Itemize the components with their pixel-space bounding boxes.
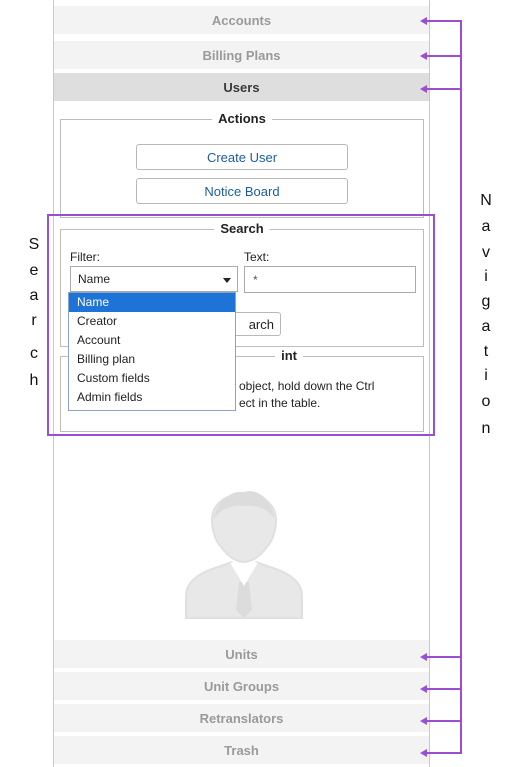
filter-option-account[interactable]: Account (69, 331, 235, 350)
navigation-arrow-line (425, 656, 461, 658)
navigation-arrow-line (425, 55, 461, 57)
nav-item-retranslators[interactable]: Retranslators (54, 704, 429, 734)
actions-legend: Actions (212, 111, 272, 126)
user-placeholder-icon (185, 491, 303, 619)
navigation-arrow-line (425, 720, 461, 722)
filter-dropdown-list[interactable]: Name Creator Account Billing plan Custom… (68, 292, 236, 411)
navigation-arrow-line (425, 688, 461, 690)
chevron-down-icon (223, 278, 231, 283)
navigation-annotation-letter: N (480, 192, 492, 209)
nav-item-users[interactable]: Users (54, 73, 429, 103)
arrow-left-icon (420, 52, 427, 60)
filter-option-creator[interactable]: Creator (69, 312, 235, 331)
filter-label: Filter: (70, 250, 100, 264)
text-input[interactable]: * (244, 266, 416, 293)
hint-line-1: object, hold down the Ctrl (239, 379, 375, 393)
arrow-left-icon (420, 717, 427, 725)
nav-item-billing-plans[interactable]: Billing Plans (54, 41, 429, 71)
create-user-button[interactable]: Create User (136, 144, 348, 170)
search-annotation-letter: c (30, 345, 38, 362)
nav-item-accounts[interactable]: Accounts (54, 6, 429, 36)
search-annotation-letter: h (29, 372, 39, 389)
arrow-left-icon (420, 749, 427, 757)
nav-item-trash[interactable]: Trash (54, 736, 429, 766)
navigation-annotation-letter: g (481, 293, 491, 310)
arrow-left-icon (420, 653, 427, 661)
nav-item-unit-groups[interactable]: Unit Groups (54, 672, 429, 702)
navigation-arrow-line (425, 88, 461, 90)
arrow-left-icon (420, 85, 427, 93)
navigation-annotation-letter: i (484, 367, 488, 384)
navigation-annotation-letter: t (483, 343, 489, 360)
text-label: Text: (244, 250, 270, 264)
filter-select[interactable]: Name (70, 266, 238, 292)
filter-option-custom-fields[interactable]: Custom fields (69, 369, 235, 388)
navigation-bracket-line (460, 20, 462, 754)
hint-legend: int (275, 348, 303, 363)
arrow-left-icon (420, 17, 427, 25)
filter-option-name[interactable]: Name (69, 293, 235, 312)
navigation-arrow-line (425, 20, 461, 22)
filter-option-admin-fields[interactable]: Admin fields (69, 388, 235, 407)
filter-option-billing-plan[interactable]: Billing plan (69, 350, 235, 369)
navigation-arrow-line (425, 752, 461, 754)
actions-section: Actions Create User Notice Board (60, 111, 424, 218)
nav-item-units[interactable]: Units (54, 640, 429, 670)
navigation-annotation-letter: a (481, 318, 491, 335)
search-legend: Search (214, 221, 270, 236)
navigation-annotation-letter: n (481, 420, 491, 437)
search-annotation-letter: a (29, 287, 39, 304)
arrow-left-icon (420, 685, 427, 693)
notice-board-button[interactable]: Notice Board (136, 178, 348, 204)
filter-select-value: Name (78, 272, 111, 286)
search-annotation-letter: S (28, 236, 40, 253)
search-annotation-letter: e (29, 262, 39, 279)
navigation-annotation-letter: a (481, 218, 491, 235)
hint-line-2: ect in the table. (239, 396, 321, 410)
navigation-annotation-letter: o (481, 393, 491, 410)
navigation-annotation-letter: i (484, 268, 488, 285)
search-annotation-letter: r (31, 312, 37, 329)
navigation-annotation-letter: v (482, 244, 490, 261)
